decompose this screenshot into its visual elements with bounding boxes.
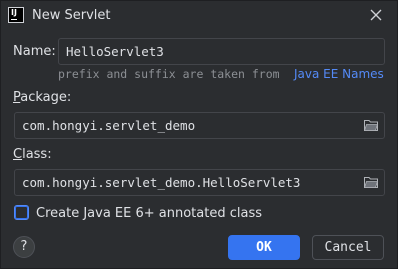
naming-hint: prefix and suffix are taken from [58,67,280,81]
folder-icon[interactable] [364,176,378,188]
class-label: Class: [13,147,52,162]
package-value: com.hongyi.servlet_demo [22,118,196,133]
java-ee-names-link[interactable]: Java EE Names [294,67,384,81]
annotated-class-checkbox[interactable] [14,205,29,220]
intellij-app-icon: IJ [8,7,24,23]
package-input[interactable]: com.hongyi.servlet_demo [14,112,385,139]
annotated-class-label[interactable]: Create Java EE 6+ annotated class [36,206,262,221]
class-input[interactable]: com.hongyi.servlet_demo.HelloServlet3 [14,169,385,196]
name-label: Name: [13,44,56,59]
name-input[interactable]: HelloServlet3 [58,38,385,65]
close-button[interactable] [367,6,385,24]
folder-icon[interactable] [364,119,378,131]
close-icon [370,9,382,21]
ok-button[interactable]: OK [228,235,300,260]
help-button[interactable]: ? [13,236,35,258]
title-bar: IJ New Servlet [1,1,397,31]
package-label: Package: [13,90,72,105]
app-icon-text: IJ [11,8,17,17]
dialog-title: New Servlet [32,8,111,23]
class-value: com.hongyi.servlet_demo.HelloServlet3 [22,175,301,190]
new-servlet-dialog: IJ New Servlet Name: HelloServlet3 prefi… [0,0,398,269]
cancel-button[interactable]: Cancel [312,235,384,260]
